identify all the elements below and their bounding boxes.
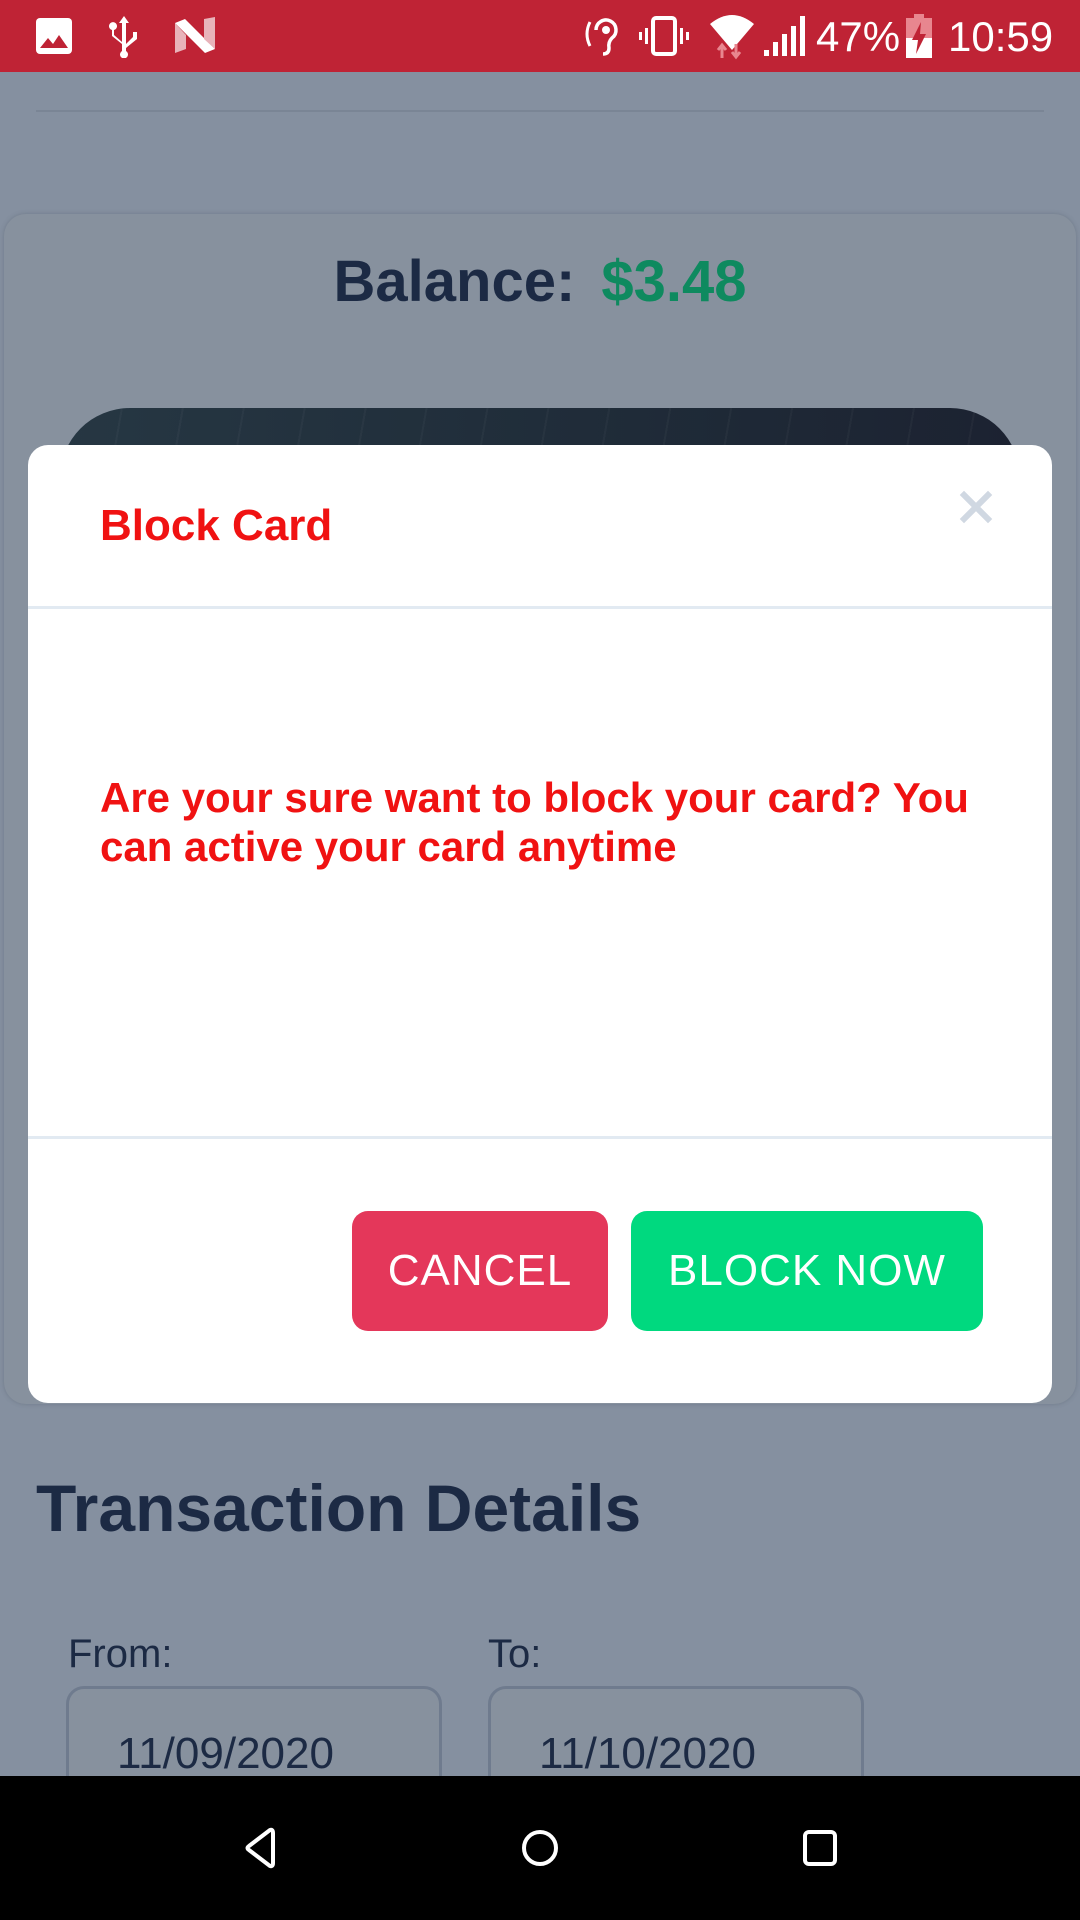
clock: 10:59 [948, 13, 1054, 60]
back-icon [245, 1827, 275, 1869]
dialog-title: Block Card [100, 501, 333, 550]
to-date-input[interactable]: 11/10/2020 [488, 1686, 864, 1776]
divider [36, 110, 1044, 112]
dialog-body: Are your sure want to block your card? Y… [28, 609, 1052, 1139]
block-now-button[interactable]: BLOCK NOW [631, 1211, 983, 1331]
from-label: From: [68, 1632, 173, 1676]
vibrate-icon [636, 14, 692, 58]
dialog-message: Are your sure want to block your card? Y… [100, 774, 969, 870]
from-date-input[interactable]: 11/09/2020 [66, 1686, 442, 1776]
cancel-button[interactable]: CANCEL [352, 1211, 608, 1331]
recents-icon [803, 1830, 837, 1866]
home-button[interactable] [508, 1816, 572, 1880]
battery-charging-icon [904, 14, 934, 58]
recents-button[interactable] [788, 1816, 852, 1880]
back-button[interactable] [228, 1816, 292, 1880]
to-label: To: [488, 1632, 542, 1676]
dialog-header: Block Card [28, 445, 1052, 609]
close-icon [959, 490, 993, 524]
block-card-dialog: Block Card Are your sure want to block y… [28, 445, 1052, 1403]
balance-value: $3.48 [601, 249, 747, 314]
navigation-bar [0, 1776, 1080, 1920]
usb-icon [106, 14, 142, 58]
n-logo-icon [172, 14, 218, 58]
balance-row: Balance: $3.48 [0, 248, 1080, 315]
signal-icon [762, 14, 806, 58]
home-icon [522, 1830, 558, 1866]
battery-percent: 47% [816, 13, 901, 60]
wifi-icon [708, 14, 756, 60]
hearing-icon [582, 14, 622, 58]
close-button[interactable] [956, 487, 996, 527]
status-bar: 47% 10:59 [0, 0, 1080, 72]
balance-label: Balance: [333, 249, 576, 314]
image-icon [34, 14, 74, 58]
section-title: Transaction Details [36, 1471, 642, 1545]
